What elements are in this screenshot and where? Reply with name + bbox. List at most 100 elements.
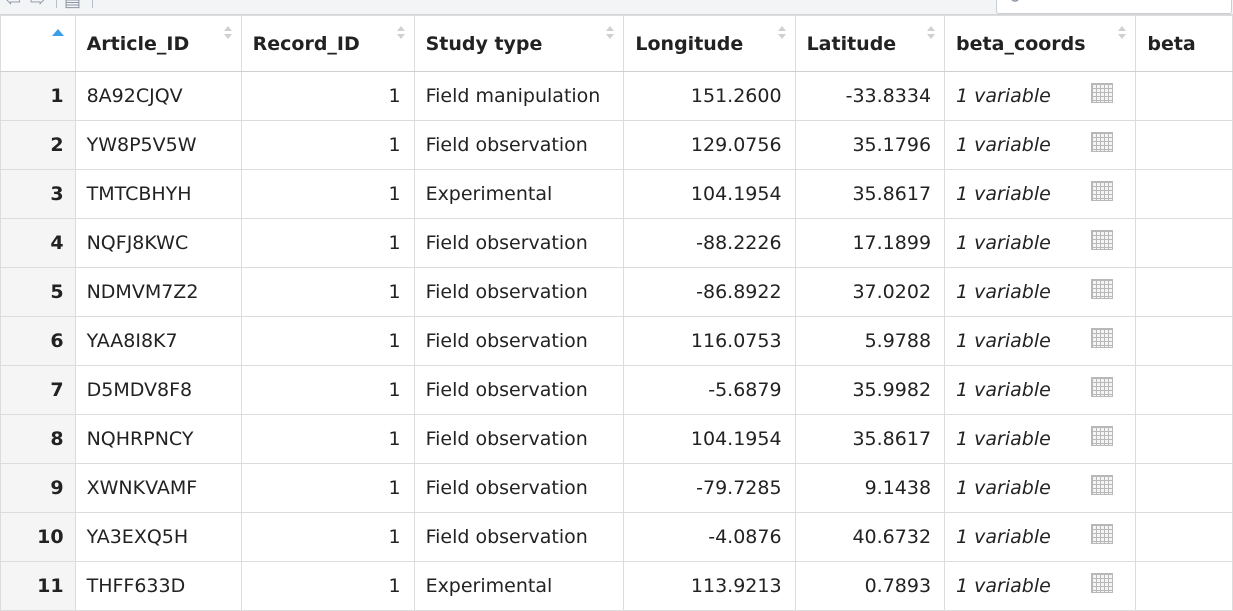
column-header-latitude[interactable]: Latitude: [794, 15, 946, 72]
study-type-cell[interactable]: Experimental: [413, 169, 625, 219]
beta-cell[interactable]: [1135, 365, 1233, 415]
beta-cell[interactable]: [1135, 120, 1233, 170]
record-id-cell[interactable]: 1: [240, 71, 415, 121]
study-type-cell[interactable]: Field observation: [413, 218, 625, 268]
beta-coords-cell[interactable]: 1 variable: [944, 218, 1137, 268]
beta-cell[interactable]: [1135, 169, 1233, 219]
beta-cell[interactable]: [1135, 463, 1233, 513]
longitude-cell[interactable]: 116.0753: [623, 316, 796, 366]
search-input[interactable]: [996, 0, 1232, 14]
article-id-cell[interactable]: THFF633D: [74, 561, 242, 611]
dataframe-grid-icon[interactable]: [1091, 279, 1114, 299]
study-type-cell[interactable]: Field observation: [413, 414, 625, 464]
article-id-cell[interactable]: YA3EXQ5H: [74, 512, 242, 562]
latitude-cell[interactable]: 5.9788: [794, 316, 946, 366]
article-id-cell[interactable]: NQFJ8KWC: [74, 218, 242, 268]
longitude-cell[interactable]: 104.1954: [623, 414, 796, 464]
beta-cell[interactable]: [1135, 218, 1233, 268]
beta-cell[interactable]: [1135, 316, 1233, 366]
record-id-cell[interactable]: 1: [240, 267, 415, 317]
beta-coords-cell[interactable]: 1 variable: [944, 463, 1137, 513]
beta-coords-cell[interactable]: 1 variable: [944, 414, 1137, 464]
column-header-index[interactable]: [0, 15, 76, 72]
latitude-cell[interactable]: -33.8334: [794, 71, 946, 121]
article-id-cell[interactable]: NDMVM7Z2: [74, 267, 242, 317]
dataframe-grid-icon[interactable]: [1091, 132, 1114, 152]
latitude-cell[interactable]: 0.7893: [794, 561, 946, 611]
dataframe-grid-icon[interactable]: [1091, 524, 1114, 544]
article-id-cell[interactable]: D5MDV8F8: [74, 365, 242, 415]
latitude-cell[interactable]: 37.0202: [794, 267, 946, 317]
beta-coords-cell[interactable]: 1 variable: [944, 365, 1137, 415]
article-id-cell[interactable]: NQHRPNCY: [74, 414, 242, 464]
dataframe-grid-icon[interactable]: [1091, 230, 1114, 250]
record-id-cell[interactable]: 1: [240, 561, 415, 611]
longitude-cell[interactable]: -4.0876: [623, 512, 796, 562]
longitude-cell[interactable]: 129.0756: [623, 120, 796, 170]
study-type-cell[interactable]: Field observation: [413, 512, 625, 562]
article-id-cell[interactable]: 8A92CJQV: [74, 71, 242, 121]
dataframe-grid-icon[interactable]: [1091, 377, 1114, 397]
record-id-cell[interactable]: 1: [240, 414, 415, 464]
column-header-record-id[interactable]: Record_ID: [240, 15, 415, 72]
beta-cell[interactable]: [1135, 267, 1233, 317]
beta-cell[interactable]: [1135, 71, 1233, 121]
column-header-beta-coords[interactable]: beta_coords: [944, 15, 1137, 72]
article-id-cell[interactable]: TMTCBHYH: [74, 169, 242, 219]
latitude-cell[interactable]: 17.1899: [794, 218, 946, 268]
latitude-cell[interactable]: 35.8617: [794, 414, 946, 464]
longitude-cell[interactable]: -86.8922: [623, 267, 796, 317]
record-id-cell[interactable]: 1: [240, 316, 415, 366]
beta-cell[interactable]: [1135, 512, 1233, 562]
dataframe-grid-icon[interactable]: [1091, 328, 1114, 348]
study-type-cell[interactable]: Experimental: [413, 561, 625, 611]
beta-cell[interactable]: [1135, 561, 1233, 611]
record-id-cell[interactable]: 1: [240, 218, 415, 268]
beta-coords-cell[interactable]: 1 variable: [944, 316, 1137, 366]
record-id-cell[interactable]: 1: [240, 463, 415, 513]
latitude-cell[interactable]: 9.1438: [794, 463, 946, 513]
article-id-cell[interactable]: YAA8I8K7: [74, 316, 242, 366]
dataframe-grid-icon[interactable]: [1091, 475, 1114, 495]
beta-coords-cell[interactable]: 1 variable: [944, 512, 1137, 562]
beta-coords-cell[interactable]: 1 variable: [944, 267, 1137, 317]
study-type-cell[interactable]: Field observation: [413, 463, 625, 513]
beta-coords-cell[interactable]: 1 variable: [944, 561, 1137, 611]
study-type-cell[interactable]: Field observation: [413, 316, 625, 366]
dataframe-grid-icon[interactable]: [1091, 573, 1114, 593]
study-type-cell[interactable]: Field observation: [413, 365, 625, 415]
beta-coords-cell[interactable]: 1 variable: [944, 71, 1137, 121]
column-header-article-id[interactable]: Article_ID: [74, 15, 242, 72]
record-id-cell[interactable]: 1: [240, 169, 415, 219]
dataframe-grid-icon[interactable]: [1091, 83, 1114, 103]
column-header-longitude[interactable]: Longitude: [623, 15, 796, 72]
latitude-cell[interactable]: 35.9982: [794, 365, 946, 415]
article-id-cell[interactable]: YW8P5V5W: [74, 120, 242, 170]
article-id-cell[interactable]: XWNKVAMF: [74, 463, 242, 513]
study-type-cell[interactable]: Field observation: [413, 120, 625, 170]
study-type-cell[interactable]: Field manipulation: [413, 71, 625, 121]
column-header-beta[interactable]: beta: [1135, 15, 1233, 72]
forward-arrow-icon[interactable]: ⇨: [30, 0, 45, 10]
longitude-cell[interactable]: -88.2226: [623, 218, 796, 268]
latitude-cell[interactable]: 40.6732: [794, 512, 946, 562]
beta-coords-cell[interactable]: 1 variable: [944, 169, 1137, 219]
longitude-cell[interactable]: -5.6879: [623, 365, 796, 415]
record-id-cell[interactable]: 1: [240, 512, 415, 562]
beta-cell[interactable]: [1135, 414, 1233, 464]
study-type-cell[interactable]: Field observation: [413, 267, 625, 317]
filter-icon[interactable]: ▤: [64, 0, 81, 10]
latitude-cell[interactable]: 35.1796: [794, 120, 946, 170]
longitude-cell[interactable]: 151.2600: [623, 71, 796, 121]
latitude-cell[interactable]: 35.8617: [794, 169, 946, 219]
dataframe-grid-icon[interactable]: [1091, 426, 1114, 446]
beta-coords-cell[interactable]: 1 variable: [944, 120, 1137, 170]
longitude-cell[interactable]: 104.1954: [623, 169, 796, 219]
longitude-cell[interactable]: -79.7285: [623, 463, 796, 513]
back-arrow-icon[interactable]: ⇦: [6, 0, 21, 10]
longitude-cell[interactable]: 113.9213: [623, 561, 796, 611]
record-id-cell[interactable]: 1: [240, 120, 415, 170]
dataframe-grid-icon[interactable]: [1091, 181, 1114, 201]
record-id-cell[interactable]: 1: [240, 365, 415, 415]
column-header-study-type[interactable]: Study type: [413, 15, 625, 72]
